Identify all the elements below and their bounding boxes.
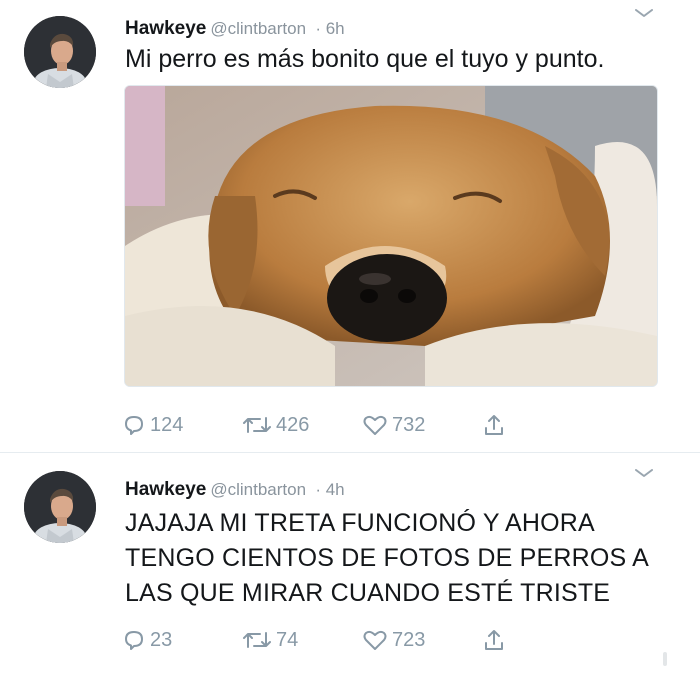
timestamp[interactable]: · 6h — [315, 19, 344, 38]
reply-icon — [125, 416, 143, 435]
share-button[interactable] — [482, 625, 506, 655]
dog-photo — [125, 86, 657, 386]
tweet[interactable]: Hawkeye @clintbarton · 4h JAJAJA MI TRETA… — [0, 453, 700, 700]
chevron-down-icon[interactable] — [633, 467, 655, 479]
timestamp[interactable]: · 4h — [315, 480, 344, 499]
avatar[interactable] — [24, 471, 96, 543]
retweet-count: 74 — [276, 628, 299, 651]
tweet-header: Hawkeye @clintbarton · 6h — [125, 18, 345, 40]
reply-count: 124 — [150, 413, 184, 436]
like-button[interactable]: 723 — [362, 625, 425, 655]
tweet-text: Mi perro es más bonito que el tuyo y pun… — [125, 45, 605, 73]
handle[interactable]: @clintbarton — [210, 480, 306, 499]
display-name[interactable]: Hawkeye — [125, 479, 206, 500]
like-count: 723 — [392, 628, 426, 651]
retweet-icon — [243, 632, 271, 648]
heart-icon — [363, 415, 387, 435]
tweet-header: Hawkeye @clintbarton · 4h — [125, 479, 345, 501]
reply-button[interactable]: 23 — [122, 625, 172, 655]
reply-icon — [125, 631, 143, 650]
tweet[interactable]: Hawkeye @clintbarton · 6h Mi perro es más… — [0, 0, 700, 452]
reply-button[interactable]: 124 — [122, 410, 183, 440]
share-icon — [485, 415, 503, 435]
heart-icon — [363, 630, 387, 650]
tweet-image[interactable] — [124, 85, 658, 387]
tweet-text: JAJAJA MI TRETA FUNCIONÓ Y AHORA TENGO C… — [125, 509, 648, 607]
retweet-button[interactable]: 74 — [242, 625, 298, 655]
like-count: 732 — [392, 413, 426, 436]
share-icon — [485, 630, 503, 650]
share-button[interactable] — [482, 410, 506, 440]
avatar-image — [24, 471, 96, 543]
retweet-button[interactable]: 426 — [242, 410, 309, 440]
handle[interactable]: @clintbarton — [210, 19, 306, 38]
like-button[interactable]: 732 — [362, 410, 425, 440]
retweet-count: 426 — [276, 413, 310, 436]
reply-count: 23 — [150, 628, 173, 651]
avatar[interactable] — [24, 16, 96, 88]
chevron-down-icon[interactable] — [633, 7, 655, 19]
scrollbar-thumb[interactable] — [663, 652, 667, 666]
retweet-icon — [243, 417, 271, 433]
display-name[interactable]: Hawkeye — [125, 18, 206, 39]
avatar-image — [24, 16, 96, 88]
